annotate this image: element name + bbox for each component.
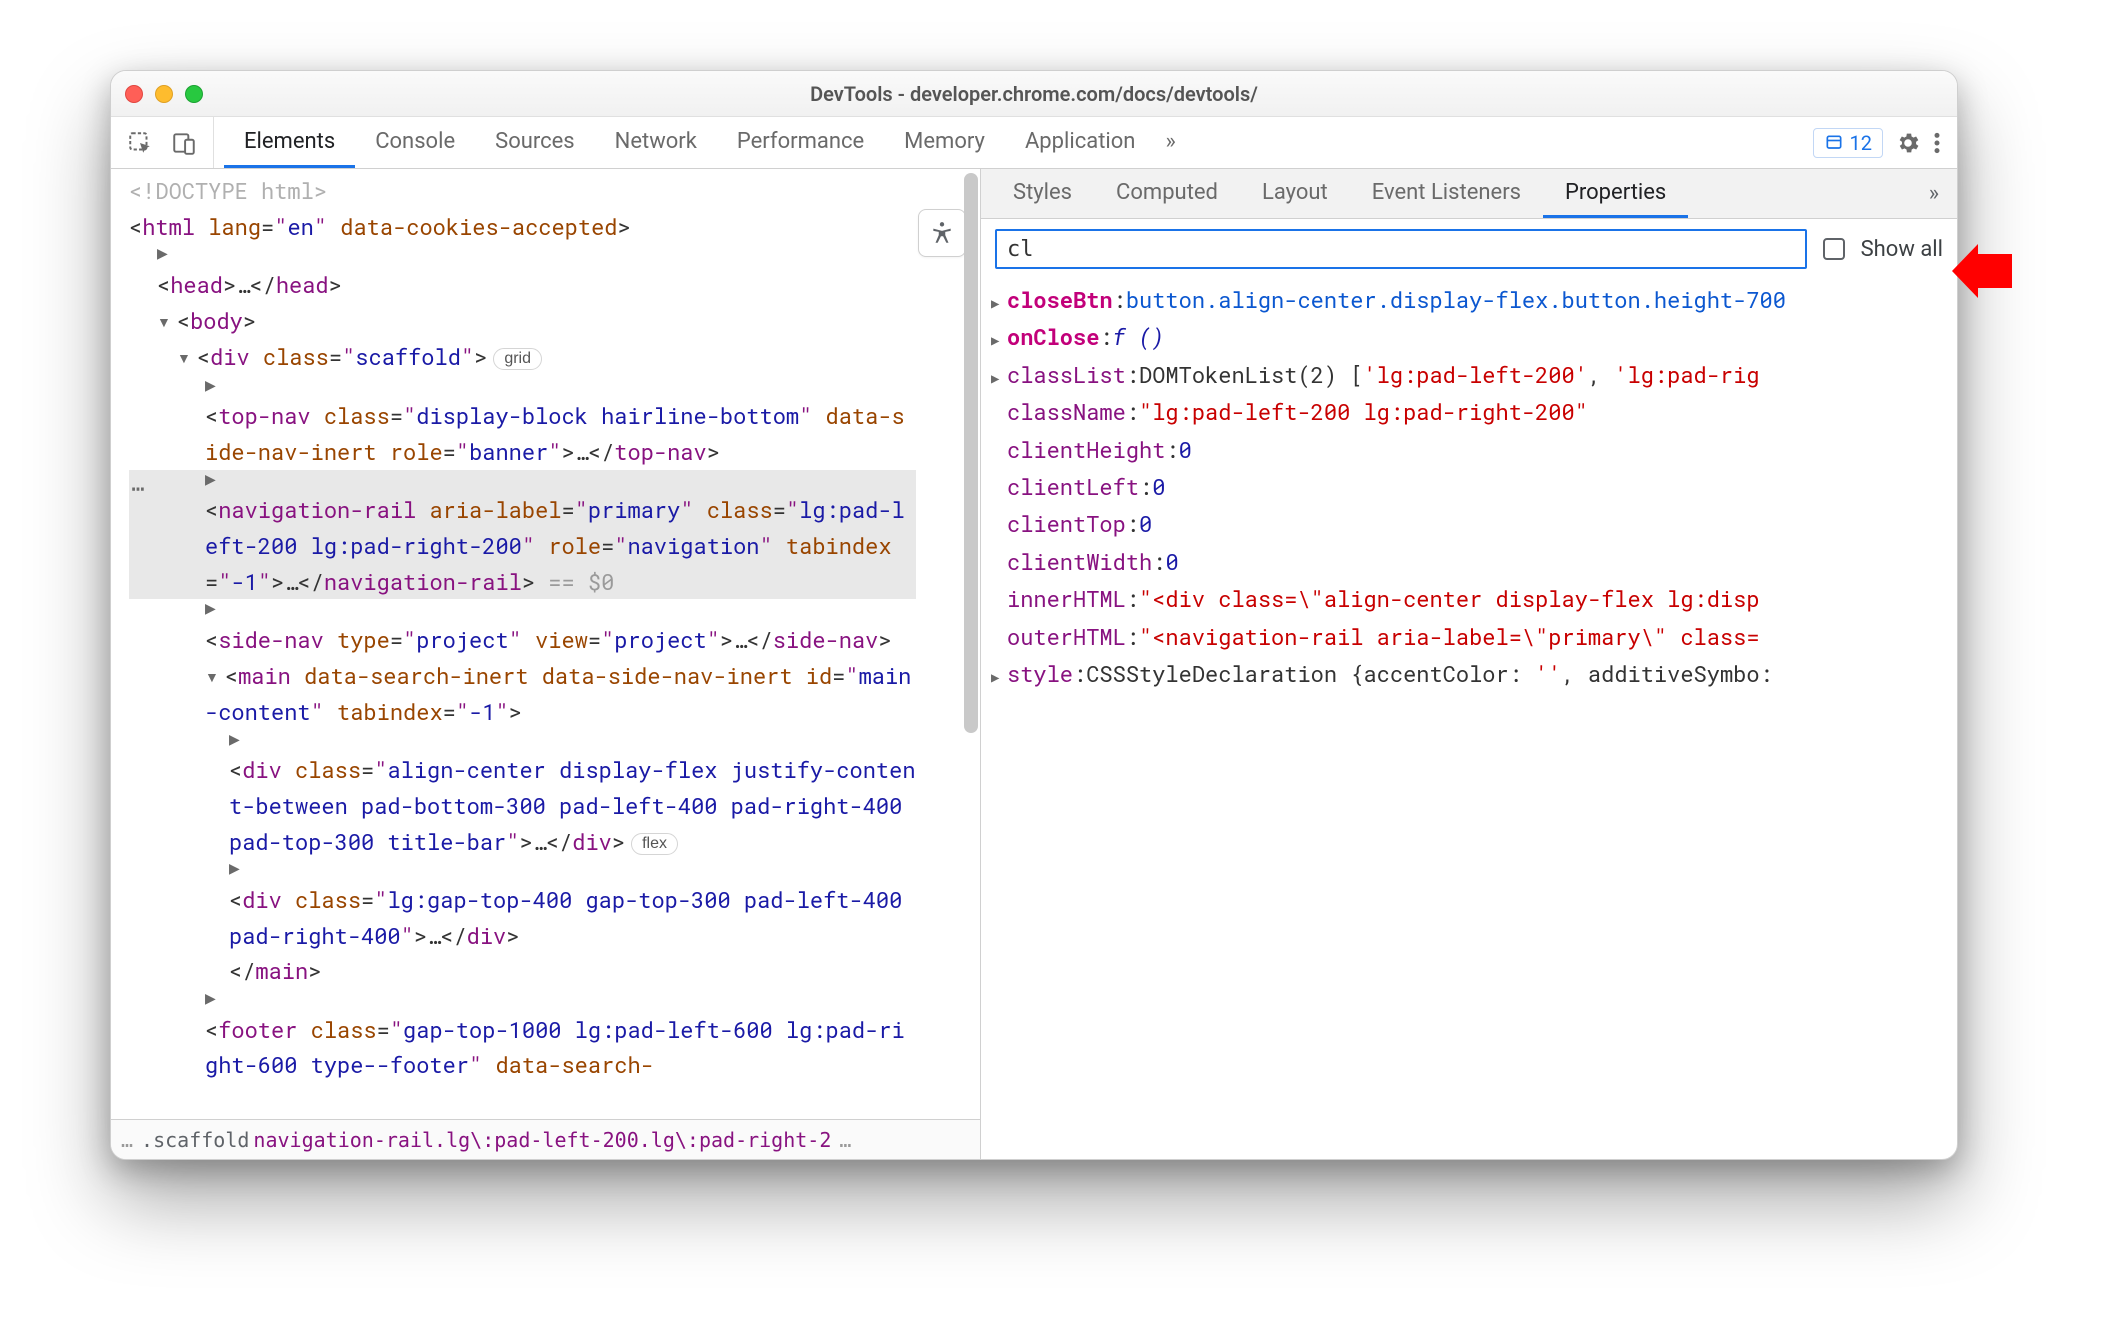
dom-tree[interactable]: <!DOCTYPE html> <html lang="en" data-coo…: [111, 169, 980, 1119]
dom-row[interactable]: <head>…</head>: [129, 244, 916, 302]
property-key: clientWidth: [1007, 543, 1152, 580]
issues-icon: [1824, 133, 1844, 153]
property-key: className: [1007, 393, 1126, 430]
subtab-computed[interactable]: Computed: [1094, 169, 1240, 218]
tab-console[interactable]: Console: [355, 117, 475, 168]
dom-row[interactable]: <div class="lg:gap-top-400 gap-top-300 p…: [129, 859, 916, 953]
tab-memory[interactable]: Memory: [884, 117, 1005, 168]
main-toolbar: Elements Console Sources Network Perform…: [111, 117, 1957, 169]
show-all-label: Show all: [1861, 237, 1943, 262]
panels-container: <!DOCTYPE html> <html lang="en" data-coo…: [111, 169, 1957, 1159]
gear-icon: [1895, 130, 1921, 156]
property-row: clientHeight: 0: [991, 431, 1943, 468]
kebab-icon: [1933, 130, 1941, 156]
property-value: 0: [1152, 468, 1165, 505]
grid-badge[interactable]: grid: [493, 348, 542, 370]
subtab-layout[interactable]: Layout: [1240, 169, 1350, 218]
dom-row[interactable]: <side-nav type="project" view="project">…: [129, 599, 916, 657]
subtab-properties[interactable]: Properties: [1543, 169, 1688, 218]
issues-count-value: 12: [1850, 131, 1872, 155]
tab-sources[interactable]: Sources: [475, 117, 595, 168]
tab-elements[interactable]: Elements: [224, 117, 355, 168]
properties-filter-input[interactable]: [995, 229, 1807, 269]
property-key: clientLeft: [1007, 468, 1139, 505]
property-value: 0: [1179, 431, 1192, 468]
subtab-event-listeners[interactable]: Event Listeners: [1350, 169, 1543, 218]
breadcrumb-ellipsis-right: …: [835, 1128, 855, 1152]
row-actions-icon[interactable]: ⋯: [129, 470, 147, 506]
property-row[interactable]: style: CSSStyleDeclaration {accentColor:…: [991, 655, 1943, 692]
property-row[interactable]: closeBtn: button.align-center.display-fl…: [991, 281, 1943, 318]
property-value: CSSStyleDeclaration {accentColor: '', ad…: [1086, 655, 1773, 692]
expand-triangle-icon[interactable]: [991, 366, 1007, 390]
dom-row[interactable]: </main>: [129, 953, 916, 989]
breadcrumb-ellipsis-left[interactable]: …: [117, 1128, 137, 1152]
tab-performance[interactable]: Performance: [717, 117, 884, 168]
window-title: DevTools - developer.chrome.com/docs/dev…: [111, 82, 1957, 106]
property-row[interactable]: onClose: f (): [991, 318, 1943, 355]
property-row: clientTop: 0: [991, 505, 1943, 542]
properties-filter-row: Show all: [981, 219, 1957, 279]
annotation-arrow-icon: [1952, 244, 2012, 303]
property-key: clientHeight: [1007, 431, 1165, 468]
window-titlebar: DevTools - developer.chrome.com/docs/dev…: [111, 71, 1957, 117]
elements-panel: <!DOCTYPE html> <html lang="en" data-coo…: [111, 169, 981, 1159]
panel-tabs: Elements Console Sources Network Perform…: [214, 117, 1797, 168]
settings-button[interactable]: [1895, 130, 1921, 156]
breadcrumbs[interactable]: … .scaffold navigation-rail.lg\:pad-left…: [111, 1119, 980, 1159]
property-row: innerHTML: "<div class=\"align-center di…: [991, 580, 1943, 617]
property-row: clientWidth: 0: [991, 543, 1943, 580]
expand-triangle-icon[interactable]: [991, 665, 1007, 689]
property-row: clientLeft: 0: [991, 468, 1943, 505]
properties-list: closeBtn: button.align-center.display-fl…: [981, 279, 1957, 1159]
property-key: style: [1007, 655, 1073, 692]
more-options-button[interactable]: [1933, 130, 1941, 156]
inspect-element-icon[interactable]: [127, 130, 153, 156]
issues-counter[interactable]: 12: [1813, 128, 1883, 158]
sidebar-tabs: Styles Computed Layout Event Listeners P…: [981, 169, 1957, 219]
tab-application[interactable]: Application: [1005, 117, 1155, 168]
dom-row[interactable]: <div class="align-center display-flex ju…: [129, 730, 916, 860]
flex-badge[interactable]: flex: [631, 833, 678, 855]
subtab-styles[interactable]: Styles: [991, 169, 1094, 218]
property-value: DOMTokenList(2) ['lg:pad-left-200', 'lg:…: [1139, 356, 1760, 393]
devtools-window: DevTools - developer.chrome.com/docs/dev…: [110, 70, 1958, 1160]
more-subtabs-button[interactable]: »: [1921, 169, 1947, 218]
dom-row-selected[interactable]: ⋯ <navigation-rail aria-label="primary" …: [129, 470, 916, 600]
property-value: "<div class=\"align-center display-flex …: [1139, 580, 1760, 617]
show-all-checkbox[interactable]: [1823, 238, 1845, 260]
breadcrumb-item[interactable]: .scaffold: [141, 1128, 249, 1152]
property-row[interactable]: classList: DOMTokenList(2) ['lg:pad-left…: [991, 356, 1943, 393]
property-value: button.align-center.display-flex.button.…: [1126, 281, 1786, 318]
tab-network[interactable]: Network: [595, 117, 717, 168]
dom-row[interactable]: <body>: [129, 303, 916, 340]
property-key: classList: [1007, 356, 1126, 393]
property-key: closeBtn: [1007, 281, 1113, 318]
property-key: onClose: [1007, 318, 1099, 355]
property-row: className: "lg:pad-left-200 lg:pad-right…: [991, 393, 1943, 430]
dom-row[interactable]: <div class="scaffold">grid: [129, 339, 916, 376]
property-value: "<navigation-rail aria-label=\"primary\"…: [1139, 618, 1760, 655]
device-toolbar-icon[interactable]: [171, 130, 197, 156]
property-key: innerHTML: [1007, 580, 1126, 617]
more-tabs-button[interactable]: »: [1155, 117, 1185, 168]
property-value: f (): [1113, 318, 1165, 355]
dom-row[interactable]: <!DOCTYPE html>: [129, 173, 916, 209]
expand-triangle-icon[interactable]: [991, 328, 1007, 352]
property-value: 0: [1139, 505, 1152, 542]
property-value: "lg:pad-left-200 lg:pad-right-200": [1139, 393, 1588, 430]
property-row: outerHTML: "<navigation-rail aria-label=…: [991, 618, 1943, 655]
dom-row[interactable]: <html lang="en" data-cookies-accepted>: [129, 209, 916, 245]
property-key: outerHTML: [1007, 618, 1126, 655]
dom-row[interactable]: <footer class="gap-top-1000 lg:pad-left-…: [129, 989, 916, 1083]
breadcrumb-item-selected[interactable]: navigation-rail.lg\:pad-left-200.lg\:pad…: [253, 1128, 831, 1152]
sidebar-pane: Styles Computed Layout Event Listeners P…: [981, 169, 1957, 1159]
property-key: clientTop: [1007, 505, 1126, 542]
dom-row[interactable]: <main data-search-inert data-side-nav-in…: [129, 658, 916, 730]
dom-row[interactable]: <top-nav class="display-block hairline-b…: [129, 376, 916, 470]
expand-triangle-icon[interactable]: [991, 291, 1007, 315]
property-value: 0: [1165, 543, 1178, 580]
